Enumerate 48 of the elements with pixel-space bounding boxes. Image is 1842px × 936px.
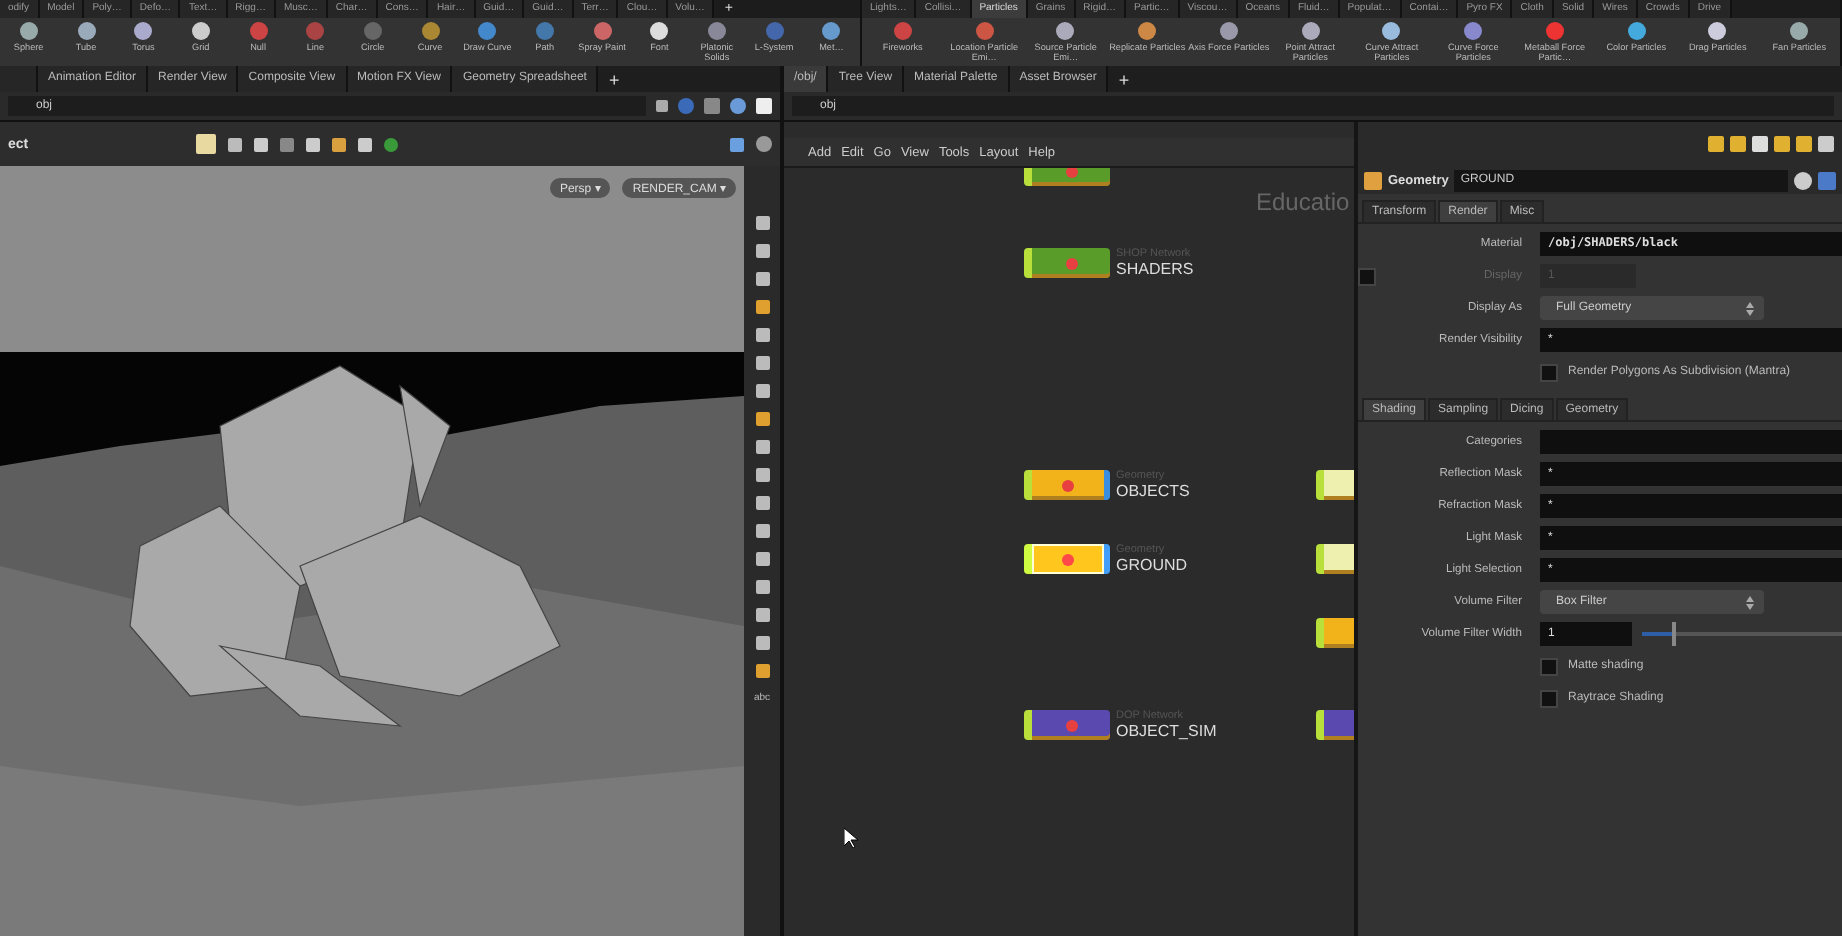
select-icon[interactable] bbox=[196, 134, 217, 154]
dot-icon[interactable] bbox=[19, 22, 38, 40]
text-field[interactable] bbox=[1540, 430, 1842, 454]
node-name: OBJECT_SIM bbox=[1116, 722, 1217, 740]
dot-icon[interactable] bbox=[306, 22, 325, 40]
dot-icon[interactable] bbox=[822, 22, 841, 40]
checkbox[interactable] bbox=[1540, 689, 1558, 707]
dot-icon[interactable] bbox=[765, 22, 784, 40]
plus-icon[interactable]: + bbox=[598, 69, 630, 89]
dot-icon[interactable] bbox=[1708, 22, 1727, 40]
dot-icon[interactable] bbox=[1056, 22, 1075, 40]
dot-icon[interactable] bbox=[1301, 22, 1320, 40]
dot-icon[interactable] bbox=[1464, 22, 1483, 40]
dot-icon[interactable] bbox=[893, 22, 912, 40]
dot-icon[interactable] bbox=[1219, 22, 1238, 40]
edition-text: Educatio bbox=[1256, 188, 1350, 216]
node[interactable] bbox=[1024, 248, 1110, 278]
dot-icon[interactable] bbox=[1627, 22, 1646, 40]
cursor-icon bbox=[844, 828, 858, 848]
node[interactable] bbox=[1024, 544, 1110, 574]
plus-icon[interactable]: + bbox=[1108, 69, 1140, 89]
circle-icon[interactable] bbox=[678, 98, 694, 114]
updown-arrows-icon bbox=[1746, 301, 1754, 315]
dot-icon[interactable] bbox=[707, 22, 726, 40]
dot-icon[interactable] bbox=[363, 22, 382, 40]
checkbox[interactable] bbox=[1540, 657, 1558, 675]
node[interactable] bbox=[1024, 470, 1110, 500]
node-name: SHADERS bbox=[1116, 260, 1194, 278]
dot-icon[interactable] bbox=[650, 22, 669, 40]
checkbox[interactable] bbox=[1540, 363, 1558, 381]
node[interactable] bbox=[1024, 710, 1110, 740]
dot-icon[interactable] bbox=[1545, 22, 1564, 40]
dot-icon[interactable] bbox=[249, 22, 268, 40]
dot-icon[interactable] bbox=[975, 22, 994, 40]
dot-icon[interactable] bbox=[134, 22, 153, 40]
dot-icon[interactable] bbox=[593, 22, 612, 40]
updown-arrows-icon bbox=[1746, 595, 1754, 609]
dot-icon[interactable] bbox=[191, 22, 210, 40]
node-name: GROUND bbox=[1116, 556, 1188, 574]
dot-icon[interactable] bbox=[1138, 22, 1157, 40]
dot-icon[interactable] bbox=[1382, 22, 1401, 40]
dot-icon[interactable] bbox=[535, 22, 554, 40]
dot-icon[interactable] bbox=[77, 22, 95, 40]
dot-icon[interactable] bbox=[1790, 22, 1809, 40]
dot-icon[interactable] bbox=[478, 22, 497, 40]
dot-icon[interactable] bbox=[421, 22, 440, 40]
node-name: OBJECTS bbox=[1116, 482, 1190, 500]
sphere-icon[interactable] bbox=[730, 98, 746, 114]
